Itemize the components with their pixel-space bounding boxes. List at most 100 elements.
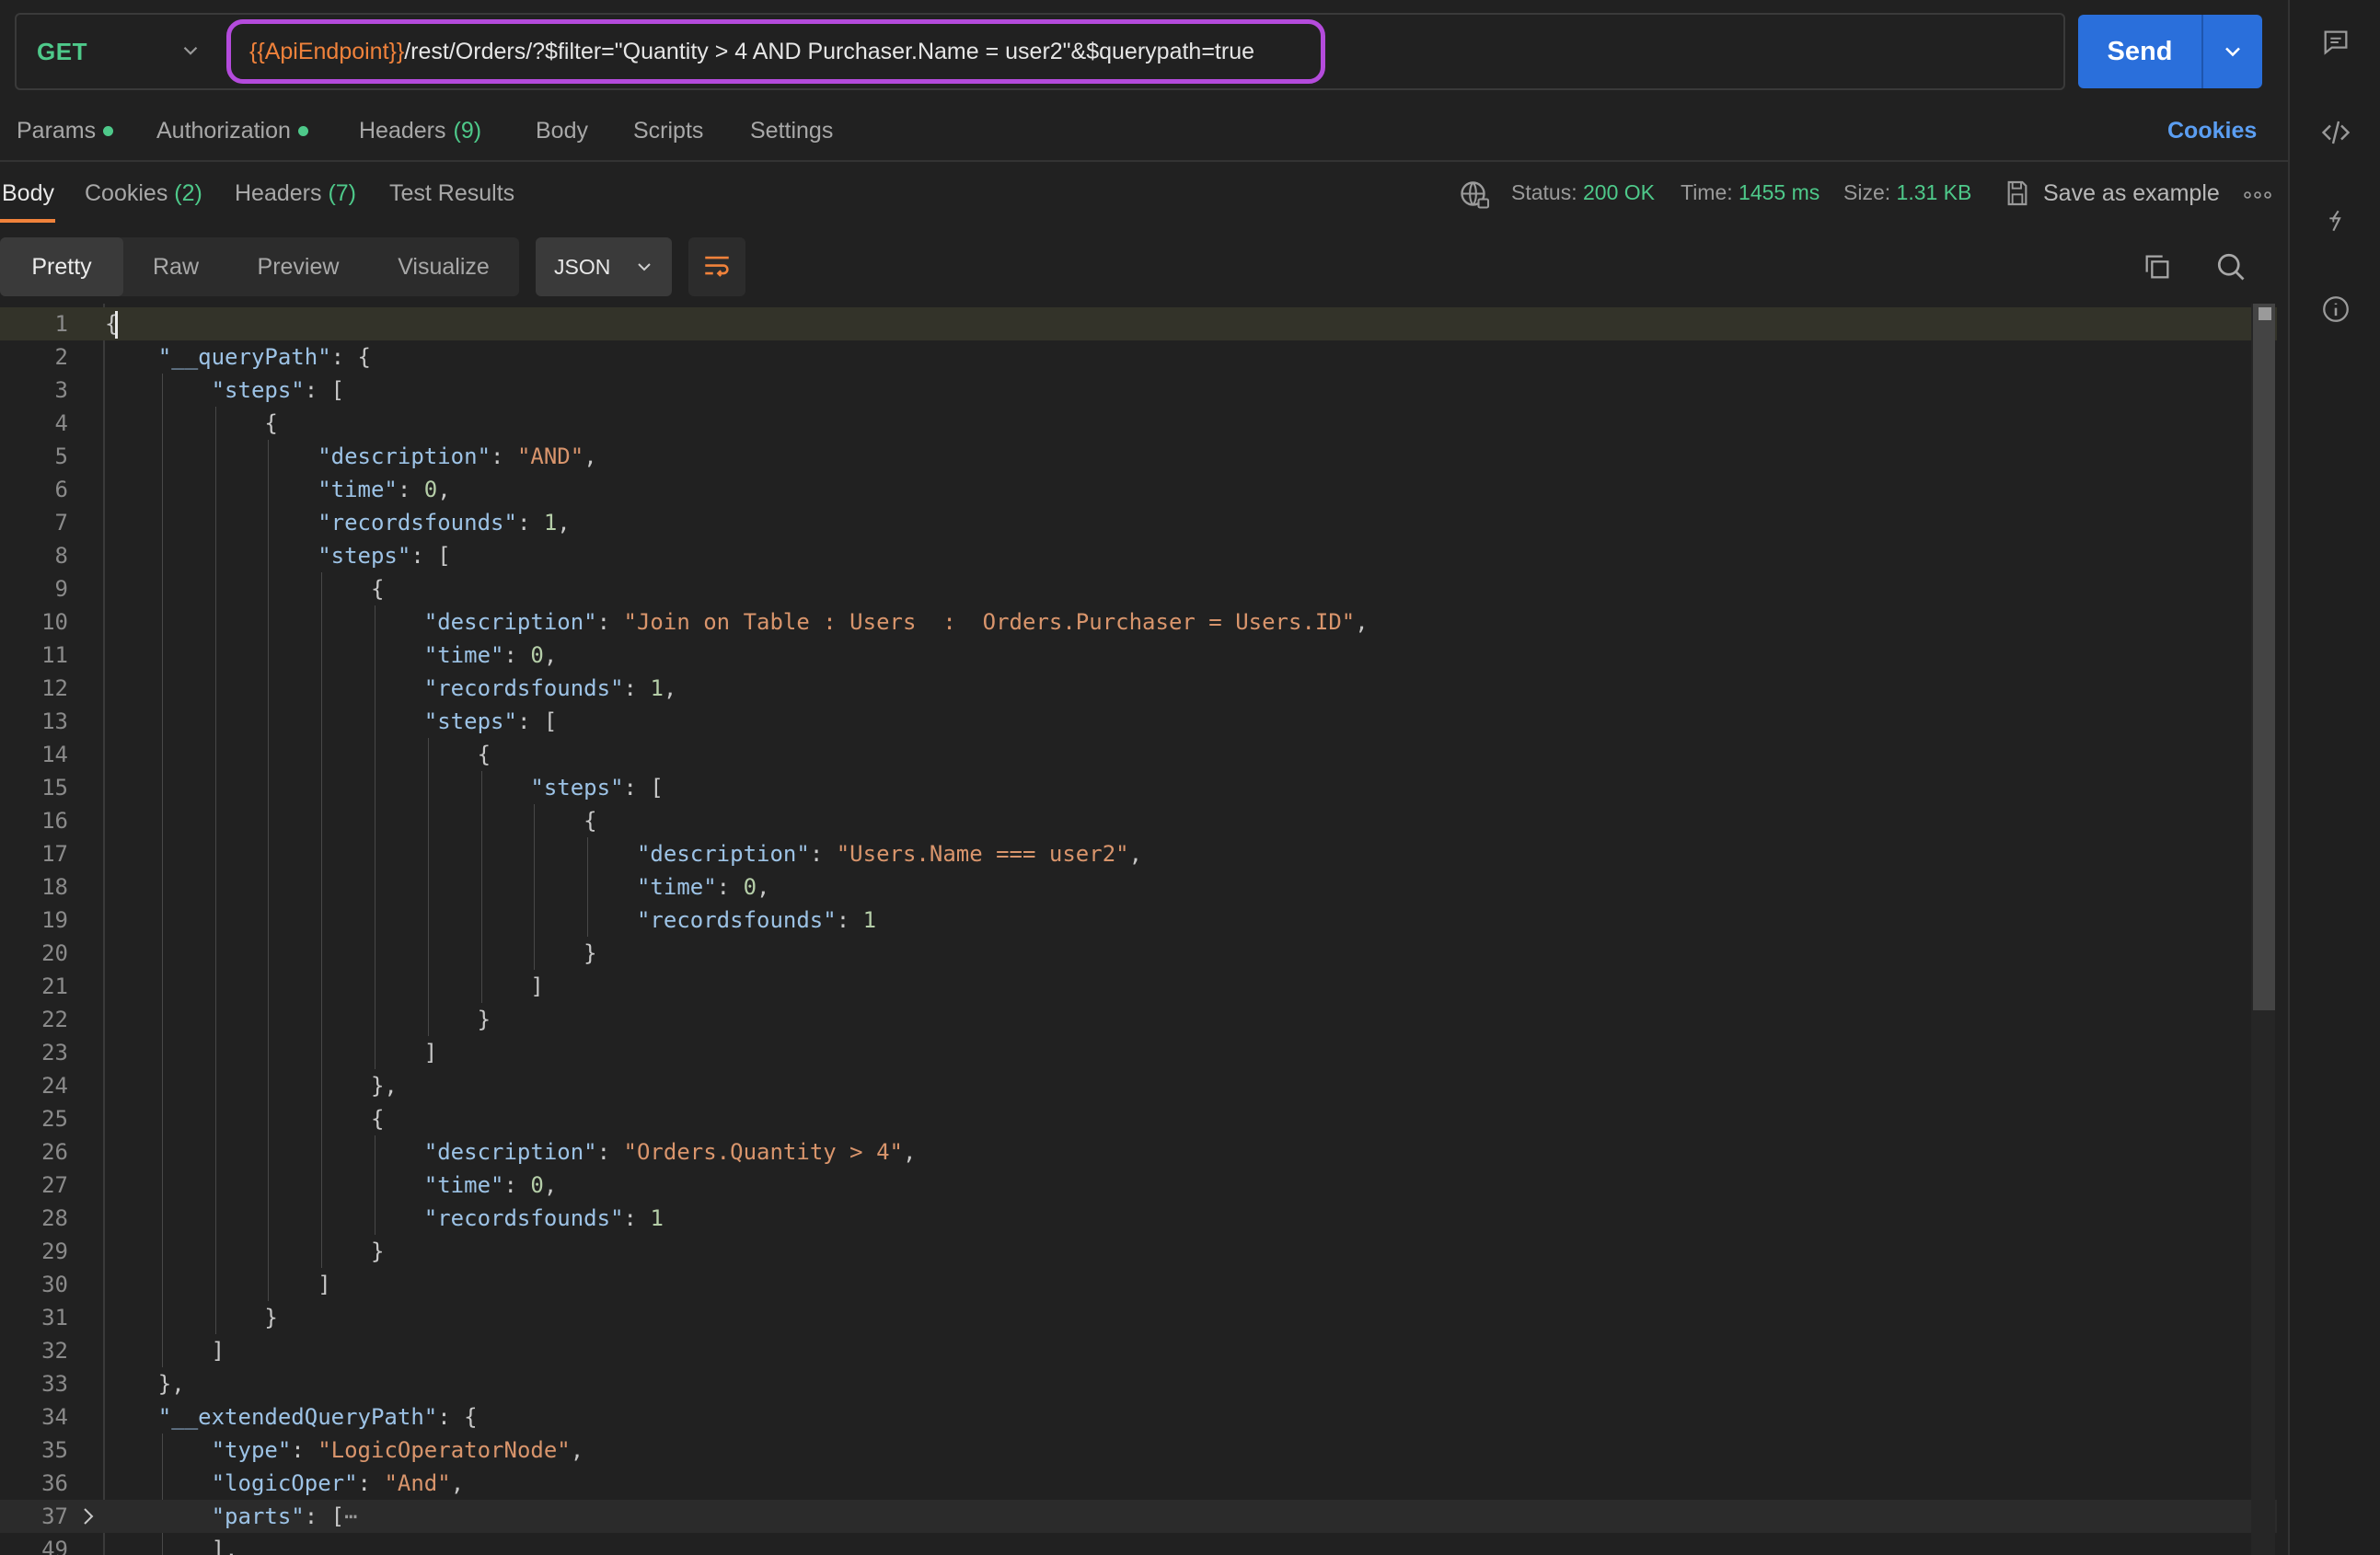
code-text: } bbox=[105, 1301, 278, 1334]
code-token: "parts" bbox=[211, 1503, 305, 1529]
size-label: Size: bbox=[1843, 180, 1891, 204]
method-select[interactable]: GET bbox=[17, 15, 219, 88]
code-text: { bbox=[105, 804, 596, 837]
code-line: 15 "steps": [ bbox=[0, 771, 2277, 804]
response-status[interactable]: Status: 200 OK bbox=[1511, 180, 1655, 205]
tab-headers[interactable]: Headers (9) bbox=[359, 118, 481, 144]
code-icon bbox=[2321, 121, 2351, 144]
line-number: 6 bbox=[54, 477, 68, 502]
line-number: 33 bbox=[41, 1371, 68, 1397]
save-as-example-button[interactable]: Save as example bbox=[2003, 179, 2220, 208]
response-size[interactable]: Size: 1.31 KB bbox=[1843, 180, 1971, 205]
code-line: 22 } bbox=[0, 1003, 2277, 1036]
code-text: { bbox=[105, 407, 277, 440]
code-token: , bbox=[557, 510, 571, 536]
line-number: 3 bbox=[54, 377, 68, 403]
related-collections-button[interactable] bbox=[2316, 201, 2356, 241]
line-number: 20 bbox=[41, 940, 68, 966]
tab-body[interactable]: Body bbox=[536, 118, 588, 144]
code-token: "steps" bbox=[318, 543, 411, 569]
format-select[interactable]: JSON bbox=[536, 237, 672, 296]
view-pretty[interactable]: Pretty bbox=[0, 237, 123, 296]
tab-label: Headers bbox=[235, 180, 322, 206]
url-variable: {{ApiEndpoint}} bbox=[249, 38, 405, 64]
scrollbar-cursor-marker bbox=[2259, 307, 2271, 320]
response-body-editor[interactable]: 1{2 "__queryPath": {3 "steps": [4 {5 "de… bbox=[0, 304, 2288, 1555]
code-token: } bbox=[370, 1238, 385, 1264]
code-token: "steps" bbox=[423, 708, 517, 734]
code-token: : { bbox=[330, 344, 371, 370]
code-token: : bbox=[623, 1205, 651, 1231]
code-line: 14 { bbox=[0, 738, 2277, 771]
code-token: 1 bbox=[543, 510, 558, 536]
tab-response-body[interactable]: Body bbox=[2, 180, 54, 207]
code-token: { bbox=[370, 576, 385, 602]
code-line: 9 { bbox=[0, 572, 2277, 605]
text-cursor bbox=[115, 311, 119, 339]
code-line: 6 "time": 0, bbox=[0, 473, 2277, 506]
code-text: "time": 0, bbox=[105, 870, 770, 904]
search-button[interactable] bbox=[2211, 247, 2251, 287]
send-options-button[interactable] bbox=[2203, 15, 2262, 88]
code-line: 37 "parts": [⋯ bbox=[0, 1500, 2277, 1533]
tab-params[interactable]: Params bbox=[17, 118, 114, 144]
code-text: "steps": [ bbox=[105, 705, 558, 738]
line-number: 21 bbox=[41, 973, 68, 999]
tab-response-headers[interactable]: Headers (7) bbox=[235, 180, 356, 207]
code-line: 21 ] bbox=[0, 970, 2277, 1003]
fold-chevron-icon[interactable] bbox=[79, 1505, 98, 1527]
code-token: : { bbox=[437, 1404, 478, 1430]
url-input[interactable]: {{ApiEndpoint}}/rest/Orders/?$filter="Qu… bbox=[226, 19, 1325, 84]
tab-scripts[interactable]: Scripts bbox=[633, 118, 703, 144]
line-number: 14 bbox=[41, 742, 68, 767]
view-raw[interactable]: Raw bbox=[125, 237, 226, 296]
code-token: "recordsfounds" bbox=[423, 675, 624, 701]
code-text: "time": 0, bbox=[105, 473, 451, 506]
code-token: ⋯ bbox=[344, 1503, 358, 1529]
code-token: : bbox=[623, 675, 651, 701]
tab-label: Test Results bbox=[389, 180, 515, 206]
more-options-icon[interactable] bbox=[2242, 186, 2273, 204]
code-token: "time" bbox=[423, 1172, 504, 1198]
code-token: { bbox=[370, 1106, 385, 1132]
vertical-scrollbar-thumb[interactable] bbox=[2253, 304, 2275, 1010]
code-snippet-button[interactable] bbox=[2316, 112, 2356, 153]
code-token: "recordsfounds" bbox=[423, 1205, 624, 1231]
send-button[interactable]: Send bbox=[2078, 15, 2201, 88]
code-text: "time": 0, bbox=[105, 639, 558, 672]
code-token: } bbox=[264, 1305, 278, 1330]
code-line: 19 "recordsfounds": 1 bbox=[0, 904, 2277, 937]
code-token: 0 bbox=[743, 874, 757, 900]
code-text: ] bbox=[105, 970, 543, 1003]
view-preview[interactable]: Preview bbox=[234, 237, 363, 296]
code-token: , bbox=[1355, 609, 1369, 635]
response-time[interactable]: Time: 1455 ms bbox=[1681, 180, 1820, 205]
line-number: 12 bbox=[41, 675, 68, 701]
tab-label: Settings bbox=[750, 118, 834, 144]
code-token: 0 bbox=[423, 477, 438, 502]
code-token: ] bbox=[318, 1272, 331, 1297]
copy-button[interactable] bbox=[2137, 247, 2178, 287]
code-token: 0 bbox=[530, 642, 544, 668]
code-line: 11 "time": 0, bbox=[0, 639, 2277, 672]
code-token: 1 bbox=[862, 907, 877, 933]
tab-test-results[interactable]: Test Results bbox=[389, 180, 514, 207]
tab-settings[interactable]: Settings bbox=[750, 118, 833, 144]
code-token: "time" bbox=[318, 477, 398, 502]
tab-authorization[interactable]: Authorization bbox=[156, 118, 308, 144]
view-visualize[interactable]: Visualize bbox=[370, 237, 517, 296]
info-button[interactable] bbox=[2316, 289, 2356, 329]
cookies-link[interactable]: Cookies bbox=[2167, 118, 2257, 144]
code-text: "__extendedQueryPath": { bbox=[105, 1400, 478, 1434]
tab-response-cookies[interactable]: Cookies (2) bbox=[85, 180, 202, 207]
wrap-lines-button[interactable] bbox=[688, 237, 745, 296]
comments-button[interactable] bbox=[2316, 22, 2356, 63]
code-token: "__extendedQueryPath" bbox=[157, 1404, 438, 1430]
code-text: "type": "LogicOperatorNode", bbox=[105, 1434, 584, 1467]
code-token: : [ bbox=[304, 377, 345, 403]
code-token: "LogicOperatorNode" bbox=[318, 1437, 571, 1463]
network-globe-icon[interactable] bbox=[1458, 179, 1491, 212]
code-token: ] bbox=[211, 1338, 225, 1364]
code-token: "description" bbox=[318, 443, 491, 469]
code-line: 12 "recordsfounds": 1, bbox=[0, 672, 2277, 705]
